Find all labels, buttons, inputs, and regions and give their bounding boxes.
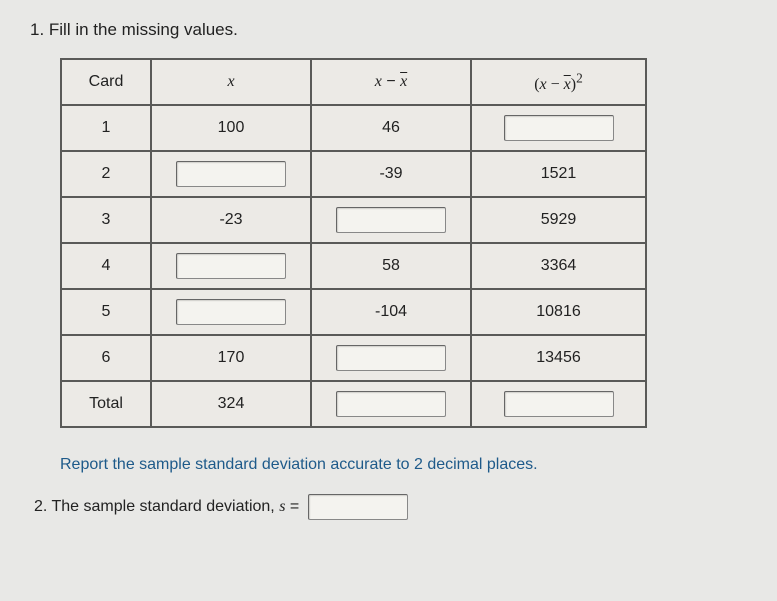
header-x: x	[151, 59, 311, 105]
cell-card: 3	[61, 197, 151, 243]
question-1-label: 1. Fill in the missing values.	[30, 20, 747, 40]
input-x-row2[interactable]	[176, 161, 286, 187]
cell-dev-row1: 46	[311, 105, 471, 151]
input-sq-total[interactable]	[504, 391, 614, 417]
cell-dev-row2: -39	[311, 151, 471, 197]
cell-card: 4	[61, 243, 151, 289]
q2-text: 2. The sample standard deviation,	[34, 498, 279, 515]
input-x-row4[interactable]	[176, 253, 286, 279]
input-dev-row6[interactable]	[336, 345, 446, 371]
input-sq-row1[interactable]	[504, 115, 614, 141]
table-row-total: Total324	[61, 381, 646, 427]
instruction-text: Report the sample standard deviation acc…	[60, 456, 747, 474]
input-dev-total[interactable]	[336, 391, 446, 417]
header-deviation: x − x	[311, 59, 471, 105]
cell-total-x: 324	[151, 381, 311, 427]
std-dev-input[interactable]	[308, 494, 408, 520]
values-table: Card x x − x (x − x)2 1100462-3915213-23…	[60, 58, 647, 428]
input-dev-row3[interactable]	[336, 207, 446, 233]
cell-card: 6	[61, 335, 151, 381]
cell-dev-row4: 58	[311, 243, 471, 289]
cell-sq-row6: 13456	[471, 335, 646, 381]
table-row: 5 -10410816	[61, 289, 646, 335]
cell-card: 2	[61, 151, 151, 197]
header-card: Card	[61, 59, 151, 105]
cell-card: 1	[61, 105, 151, 151]
input-x-row5[interactable]	[176, 299, 286, 325]
cell-sq-row4: 3364	[471, 243, 646, 289]
header-squared-deviation: (x − x)2	[471, 59, 646, 105]
table-row: 6170 13456	[61, 335, 646, 381]
cell-sq-row5: 10816	[471, 289, 646, 335]
cell-sq-row2: 1521	[471, 151, 646, 197]
table-row: 2 -391521	[61, 151, 646, 197]
cell-total-label: Total	[61, 381, 151, 427]
values-table-wrap: Card x x − x (x − x)2 1100462-3915213-23…	[60, 58, 747, 428]
cell-x-row3: -23	[151, 197, 311, 243]
table-row: 3-23 5929	[61, 197, 646, 243]
q2-equals: =	[285, 498, 299, 515]
table-row: 4 583364	[61, 243, 646, 289]
cell-dev-row5: -104	[311, 289, 471, 335]
table-header-row: Card x x − x (x − x)2	[61, 59, 646, 105]
cell-x-row6: 170	[151, 335, 311, 381]
table-row: 110046	[61, 105, 646, 151]
cell-card: 5	[61, 289, 151, 335]
cell-x-row1: 100	[151, 105, 311, 151]
question-2: 2. The sample standard deviation, s =	[34, 494, 747, 520]
cell-sq-row3: 5929	[471, 197, 646, 243]
